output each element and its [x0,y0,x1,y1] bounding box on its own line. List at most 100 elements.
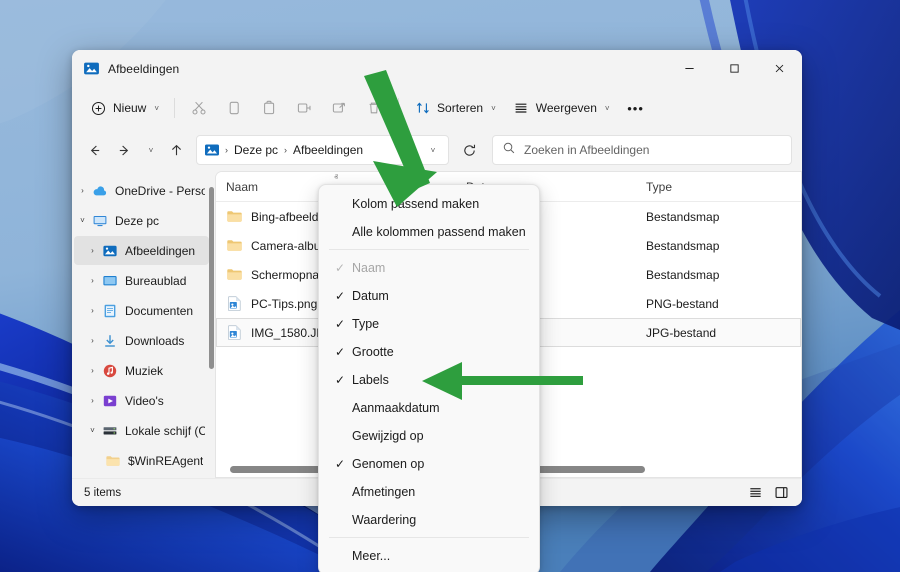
checkmark-icon: ✓ [334,372,346,387]
list-view-icon[interactable] [742,482,768,504]
chevron-down-icon: ˅ [148,145,154,155]
menu-item-datum[interactable]: ✓ Datum [323,282,535,309]
up-button[interactable] [162,136,190,164]
paste-button[interactable] [252,93,286,123]
file-name: Camera-albu [251,238,321,253]
folder-icon [226,237,243,254]
search-box[interactable]: Zoeken in Afbeeldingen [492,135,792,165]
menu-item-meer[interactable]: Meer... [323,542,535,569]
menu-item-labels[interactable]: ✓ Labels [323,366,535,393]
videos-icon [101,392,118,409]
local-disk-icon [101,422,118,439]
menu-item-grootte[interactable]: ✓ Grootte [323,338,535,365]
sidebar-item-downloads[interactable]: › Downloads [74,326,209,355]
refresh-button[interactable] [454,135,484,165]
folder-icon [226,266,243,283]
menu-item-naam: ✓ Naam [323,254,535,281]
menu-item-label: Afmetingen [352,484,416,499]
menu-item-type[interactable]: ✓ Type [323,310,535,337]
cut-button[interactable] [182,93,216,123]
menu-item-label: Kolom passend maken [352,196,480,211]
chevron-down-icon[interactable]: ˅ [84,426,101,435]
share-button[interactable] [322,93,356,123]
item-count-label: 5 items [84,486,122,499]
sidebar-scrollbar[interactable] [209,187,214,369]
address-dropdown-button[interactable]: ˅ [420,137,444,163]
checkmark-icon: ✓ [334,260,346,275]
menu-item-label: Naam [352,260,386,275]
title-bar: Afbeeldingen [72,50,802,87]
ellipsis-icon: ••• [627,100,644,116]
menu-item-label: Meer... [352,548,391,563]
chevron-down-icon[interactable]: ˅ [74,216,91,225]
toolbar-divider [174,98,176,118]
sidebar-item-muziek[interactable]: › Muziek [74,356,209,385]
sidebar-item-onedrive[interactable]: › OneDrive - Perso [74,176,209,205]
chevron-right-icon[interactable]: › [84,246,101,255]
menu-item-alle-kolommen-passend-maken[interactable]: Alle kolommen passend maken [323,218,535,245]
delete-button[interactable] [357,93,391,123]
sidebar-item-label: Muziek [125,363,164,378]
sort-button-label: Sorteren [437,101,484,115]
forward-button[interactable] [110,136,138,164]
file-name: PC-Tips.png [251,296,318,311]
recent-locations-button[interactable]: ˅ [140,136,160,164]
new-button[interactable]: Nieuw ˅ [82,93,167,123]
more-options-button[interactable]: ••• [619,93,653,123]
sidebar-item-videos[interactable]: › Video's [74,386,209,415]
close-button[interactable] [757,50,802,87]
downloads-icon [101,332,118,349]
sort-ascending-icon: ⱏ [334,173,338,182]
chevron-down-icon: ˅ [604,103,610,113]
details-pane-icon[interactable] [768,482,794,504]
cell-type: Bestandsmap [646,267,720,282]
chevron-right-icon[interactable]: › [84,396,101,405]
menu-separator [329,249,529,250]
sidebar-item-documenten[interactable]: › Documenten [74,296,209,325]
menu-item-label: Alle kolommen passend maken [352,224,526,239]
navigation-bar: ˅ › Deze pc › Afbeeldingen ˅ Zoeken in A… [72,129,802,171]
sidebar-item-bureaublad[interactable]: › Bureaublad [74,266,209,295]
chevron-right-icon[interactable]: › [84,276,101,285]
menu-item-aanmaakdatum[interactable]: Aanmaakdatum [323,394,535,421]
search-input[interactable]: Zoeken in Afbeeldingen [524,143,649,157]
rename-button[interactable] [287,93,321,123]
cell-type: JPG-bestand [646,325,717,340]
chevron-right-icon[interactable]: › [84,306,101,315]
chevron-down-icon: ˅ [491,103,496,113]
copy-icon [226,100,243,117]
rename-icon [296,100,313,117]
new-button-label: Nieuw [113,101,147,115]
menu-item-genomen-op[interactable]: ✓ Genomen op [323,450,535,477]
address-bar[interactable]: › Deze pc › Afbeeldingen ˅ [196,135,449,165]
copy-button[interactable] [217,93,251,123]
column-header-type[interactable]: Type [636,172,776,201]
sidebar-item-lokale-schijf[interactable]: ˅ Lokale schijf (C: [74,416,209,445]
chevron-right-icon[interactable]: › [74,186,91,195]
view-button-label: Weergeven [535,101,597,115]
chevron-right-icon[interactable]: › [84,366,101,375]
sidebar-item-winreagent[interactable]: $WinREAgent [74,446,209,475]
menu-separator-2 [329,537,529,538]
minimize-button[interactable] [667,50,712,87]
plus-circle-icon [90,100,107,117]
breadcrumb-item-deze-pc[interactable]: Deze pc [229,141,283,159]
toolbar-divider-2 [398,98,400,118]
sidebar-item-label: Deze pc [115,213,160,228]
breadcrumb-item-afbeeldingen[interactable]: Afbeeldingen [288,141,368,159]
sidebar-item-afbeeldingen[interactable]: › Afbeeldingen [74,236,209,265]
maximize-button[interactable] [712,50,757,87]
trash-icon [366,100,383,117]
sort-icon [414,100,431,117]
menu-item-kolom-passend-maken[interactable]: Kolom passend maken [323,190,535,217]
back-button[interactable] [80,136,108,164]
paste-icon [261,100,278,117]
pictures-folder-icon [204,142,220,158]
view-button[interactable]: Weergeven ˅ [505,93,618,123]
sidebar-item-deze-pc[interactable]: ˅ Deze pc [74,206,209,235]
chevron-right-icon[interactable]: › [84,336,101,345]
menu-item-gewijzigd-op[interactable]: Gewijzigd op [323,422,535,449]
menu-item-afmetingen[interactable]: Afmetingen [323,478,535,505]
sort-button[interactable]: Sorteren ˅ [406,93,504,123]
menu-item-waardering[interactable]: Waardering [323,506,535,533]
